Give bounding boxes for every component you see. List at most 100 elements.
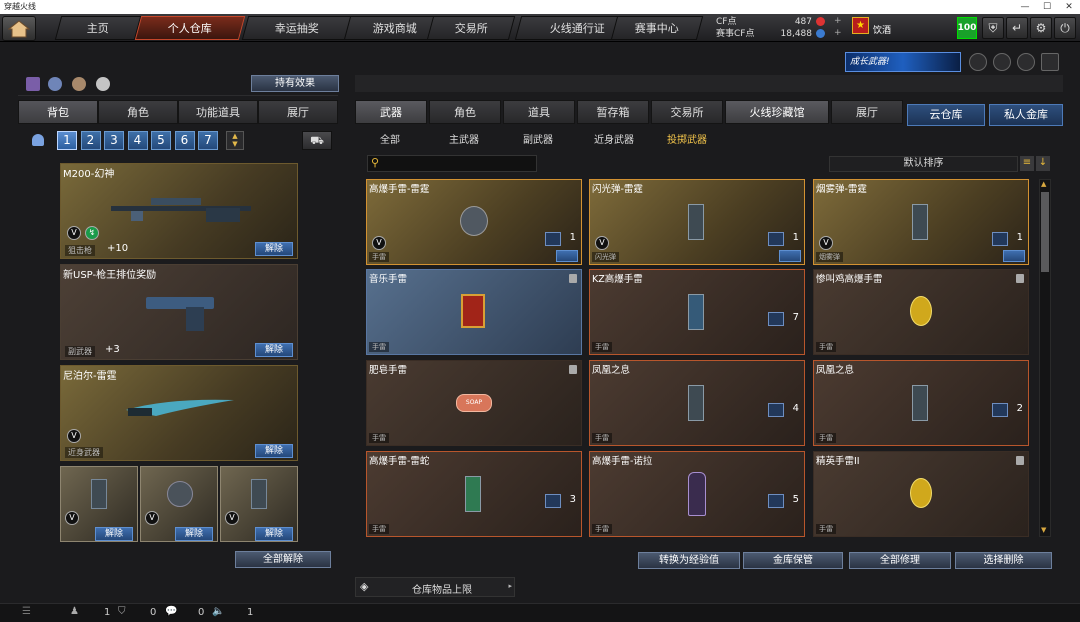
expand-icon[interactable]: ▸	[508, 582, 512, 590]
page-button[interactable]: 1	[57, 131, 77, 150]
trash-icon[interactable]	[569, 274, 577, 283]
sort-dropdown[interactable]: 默认排序	[829, 156, 1018, 172]
page-button[interactable]: 3	[104, 131, 124, 150]
equipped-card[interactable]: M200-幻神 V ↯ 狙击枪 +10 解除	[60, 163, 298, 259]
nav-tab-7[interactable]: 赛事中心	[610, 16, 704, 40]
growth-weapon-banner[interactable]: 成长武器!	[845, 52, 961, 72]
menu-icon[interactable]: ☰	[22, 606, 31, 617]
trash-icon[interactable]	[569, 365, 577, 374]
grenade-slot[interactable]: V 解除	[140, 466, 218, 542]
gear-icon[interactable]: ⚙	[1030, 17, 1052, 39]
right-tab-2[interactable]: 角色	[429, 100, 501, 124]
add-match-cf-icon[interactable]: +	[834, 27, 842, 39]
inspect-button[interactable]	[779, 250, 801, 262]
right-tab-1[interactable]: 武器	[355, 100, 427, 124]
subtab-2[interactable]: 主武器	[449, 131, 479, 146]
trash-icon[interactable]	[1016, 456, 1024, 465]
item-card[interactable]: 高爆手雷-雷霆 V 手雷 1	[366, 179, 582, 265]
action-button-2[interactable]: 金库保管	[743, 552, 843, 569]
inspect-button[interactable]	[1003, 250, 1025, 262]
subtab-4[interactable]: 近身武器	[594, 131, 634, 146]
item-card[interactable]: 烟雾弹-雷霆 V 烟雾弹 1	[813, 179, 1029, 265]
speaker-icon[interactable]: 🔈	[212, 606, 224, 617]
effects-button[interactable]: 持有效果	[251, 75, 339, 92]
item-card[interactable]: KZ高爆手雷 手雷 7	[589, 269, 805, 355]
swap-icon[interactable]	[48, 77, 62, 91]
action-button-3[interactable]: 全部修理	[849, 552, 951, 569]
gem-icon[interactable]	[1017, 53, 1035, 71]
power-icon[interactable]: ⏻	[1054, 17, 1076, 39]
v-logo-icon[interactable]	[1041, 53, 1059, 71]
unequip-button[interactable]: 解除	[255, 527, 293, 541]
shield-status-icon[interactable]: ⛉	[118, 606, 126, 617]
trash-icon[interactable]	[1016, 274, 1024, 283]
team-icon[interactable]: ♟	[70, 606, 79, 617]
page-button[interactable]: 7	[198, 131, 218, 150]
item-card[interactable]: 精英手雷II 手雷	[813, 451, 1029, 537]
action-button-1[interactable]: 转换为经验值	[638, 552, 740, 569]
right-tab-7[interactable]: 展厅	[831, 100, 903, 124]
character-view-button[interactable]: ⛟	[302, 131, 332, 150]
item-card[interactable]: 音乐手雷 手雷	[366, 269, 582, 355]
cloud-tab-1[interactable]: 云仓库	[907, 104, 985, 126]
action-button-4[interactable]: 选择删除	[955, 552, 1052, 569]
close-icon[interactable]: ✕	[1058, 0, 1080, 14]
page-button[interactable]: 6	[174, 131, 195, 150]
release-all-button[interactable]: 全部解除	[235, 551, 331, 568]
right-tab-6[interactable]: 火线珍藏馆	[725, 100, 829, 124]
minimize-icon[interactable]: —	[1014, 0, 1036, 14]
subtab-1[interactable]: 全部	[380, 131, 400, 146]
stats-icon[interactable]	[26, 77, 40, 91]
sort-arrow-icon[interactable]: ↓	[1036, 156, 1050, 171]
left-tab-2[interactable]: 角色	[98, 100, 178, 124]
right-tab-5[interactable]: 交易所	[651, 100, 723, 124]
character-icon[interactable]	[72, 77, 86, 91]
nav-tab-3[interactable]: 幸运抽奖	[241, 16, 353, 40]
grenade-icon[interactable]	[96, 77, 110, 91]
item-card[interactable]: 凤凰之息 手雷 4	[589, 360, 805, 446]
list-view-icon[interactable]: ≡	[1020, 156, 1034, 171]
nav-tab-2[interactable]: 个人仓库	[134, 16, 246, 40]
search-box[interactable]: ⚲	[367, 155, 537, 172]
item-card[interactable]: 高爆手雷-雷蛇 手雷 3	[366, 451, 582, 537]
grenade-slot[interactable]: V 解除	[60, 466, 138, 542]
nav-tab-5[interactable]: 交易所	[426, 16, 516, 40]
page-stepper[interactable]: ▲ ▼	[226, 131, 244, 150]
item-card[interactable]: 肥皂手雷 SOAP 手雷	[366, 360, 582, 446]
nav-tab-1[interactable]: 主页	[54, 16, 142, 40]
target-icon[interactable]	[993, 53, 1011, 71]
page-button[interactable]: 4	[127, 131, 148, 150]
home-button[interactable]	[2, 16, 36, 41]
chat-icon[interactable]: 💬	[165, 606, 177, 617]
subtab-5[interactable]: 投掷武器	[667, 131, 707, 146]
unequip-button[interactable]: 解除	[175, 527, 213, 541]
page-button[interactable]: 2	[80, 131, 101, 150]
maximize-icon[interactable]: ☐	[1036, 0, 1058, 14]
right-tab-4[interactable]: 暂存箱	[577, 100, 649, 124]
item-card[interactable]: 闪光弹-雷霆 V 闪光弹 1	[589, 179, 805, 265]
subtab-3[interactable]: 副武器	[523, 131, 553, 146]
scrollbar[interactable]: ▲ ▼	[1039, 179, 1051, 537]
item-card[interactable]: 凤凰之息 手雷 2	[813, 360, 1029, 446]
grenade-slot[interactable]: V 解除	[220, 466, 298, 542]
rank-emblem-icon[interactable]	[969, 53, 987, 71]
right-tab-3[interactable]: 道具	[503, 100, 575, 124]
inspect-button[interactable]	[556, 250, 578, 262]
page-button[interactable]: 5	[151, 131, 171, 150]
scroll-down-icon[interactable]: ▼	[1041, 526, 1049, 536]
unequip-button[interactable]: 解除	[255, 343, 293, 357]
left-tab-1[interactable]: 背包	[18, 100, 98, 124]
scroll-up-icon[interactable]: ▲	[1041, 180, 1049, 190]
unequip-button[interactable]: 解除	[95, 527, 133, 541]
cloud-tab-2[interactable]: 私人金库	[989, 104, 1063, 126]
item-card[interactable]: 高爆手雷-诺拉 手雷 5	[589, 451, 805, 537]
scroll-thumb[interactable]	[1041, 192, 1049, 272]
unequip-button[interactable]: 解除	[255, 444, 293, 458]
left-tab-4[interactable]: 展厅	[258, 100, 338, 124]
shield-icon[interactable]: ⛨	[982, 17, 1004, 39]
add-cf-icon[interactable]: +	[834, 15, 842, 27]
return-icon[interactable]: ↵	[1006, 17, 1028, 39]
equipped-card[interactable]: 新USP-枪王排位奖励 副武器 +3 解除	[60, 264, 298, 360]
item-card[interactable]: 惨叫鸡高爆手雷 手雷	[813, 269, 1029, 355]
left-tab-3[interactable]: 功能道具	[178, 100, 258, 124]
